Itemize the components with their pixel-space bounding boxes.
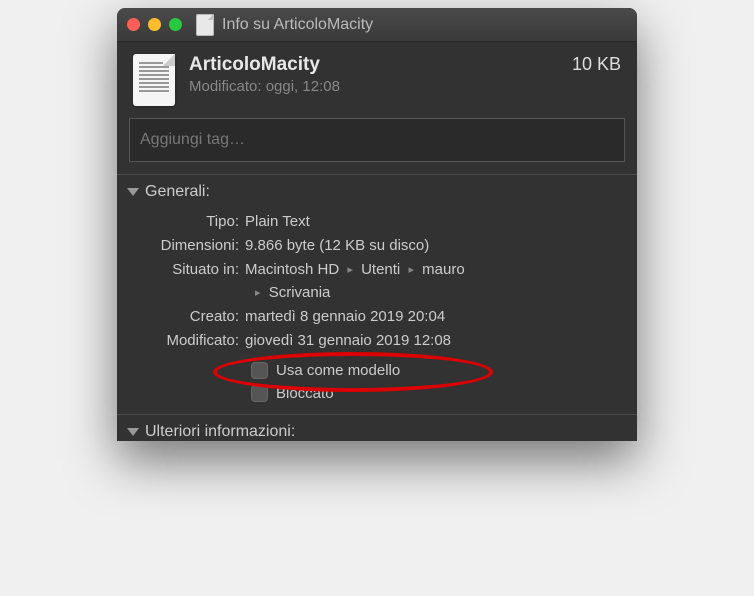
file-header: ArticoloMacity Modificato: oggi, 12:08 1… [117, 42, 637, 114]
type-row: Tipo: Plain Text [133, 211, 621, 233]
disclosure-triangle-icon [127, 428, 139, 436]
info-window: Info su ArticoloMacity ArticoloMacity Mo… [117, 8, 637, 441]
path-part: Scrivania [269, 284, 331, 301]
file-size-summary: 10 KB [572, 54, 621, 75]
more-info-section-title: Ulteriori informazioni: [145, 423, 295, 441]
general-section-body: Tipo: Plain Text Dimensioni: 9.866 byte … [117, 207, 637, 414]
location-row: Situato in: Macintosh HD ▸ Utenti ▸ maur… [133, 259, 621, 281]
path-part: Utenti [361, 261, 400, 278]
path-separator-icon: ▸ [408, 263, 414, 279]
titlebar[interactable]: Info su ArticoloMacity [117, 8, 637, 42]
file-modified-summary: Modificato: oggi, 12:08 [189, 78, 340, 95]
location-value: Macintosh HD ▸ Utenti ▸ mauro [245, 259, 621, 281]
tags-input[interactable] [129, 118, 625, 162]
disclosure-triangle-icon [127, 188, 139, 196]
file-name: ArticoloMacity [189, 54, 340, 76]
modified-label: Modificato: [133, 330, 245, 352]
type-label: Tipo: [133, 211, 245, 233]
template-checkbox[interactable] [251, 362, 268, 379]
modified-value: giovedì 31 gennaio 2019 12:08 [245, 330, 621, 352]
template-checkbox-label: Usa come modello [276, 362, 400, 379]
template-checkbox-row[interactable]: Usa come modello [251, 362, 621, 379]
window-title: Info su ArticoloMacity [222, 16, 373, 34]
created-label: Creato: [133, 306, 245, 328]
dimensions-row: Dimensioni: 9.866 byte (12 KB su disco) [133, 235, 621, 257]
path-part: mauro [422, 261, 465, 278]
path-separator-icon: ▸ [255, 286, 261, 302]
more-info-section-header[interactable]: Ulteriori informazioni: [117, 414, 637, 441]
zoom-icon[interactable] [169, 18, 182, 31]
locked-checkbox-label: Bloccato [276, 385, 334, 402]
dimensions-value: 9.866 byte (12 KB su disco) [245, 235, 621, 257]
locked-checkbox-row[interactable]: Bloccato [251, 385, 621, 402]
path-separator-icon: ▸ [347, 263, 353, 279]
file-icon [133, 54, 175, 106]
minimize-icon[interactable] [148, 18, 161, 31]
location-continuation: ▸ Scrivania [251, 282, 621, 304]
close-icon[interactable] [127, 18, 140, 31]
tags-section [117, 114, 637, 174]
titlebar-file-icon [196, 14, 214, 36]
path-part: Macintosh HD [245, 261, 339, 278]
type-value: Plain Text [245, 211, 621, 233]
location-label: Situato in: [133, 259, 245, 281]
dimensions-label: Dimensioni: [133, 235, 245, 257]
general-section-header[interactable]: Generali: [117, 175, 637, 207]
general-section-title: Generali: [145, 183, 210, 201]
modified-row: Modificato: giovedì 31 gennaio 2019 12:0… [133, 330, 621, 352]
created-value: martedì 8 gennaio 2019 20:04 [245, 306, 621, 328]
locked-checkbox[interactable] [251, 385, 268, 402]
general-section: Generali: Tipo: Plain Text Dimensioni: 9… [117, 174, 637, 414]
created-row: Creato: martedì 8 gennaio 2019 20:04 [133, 306, 621, 328]
window-controls [127, 18, 182, 31]
